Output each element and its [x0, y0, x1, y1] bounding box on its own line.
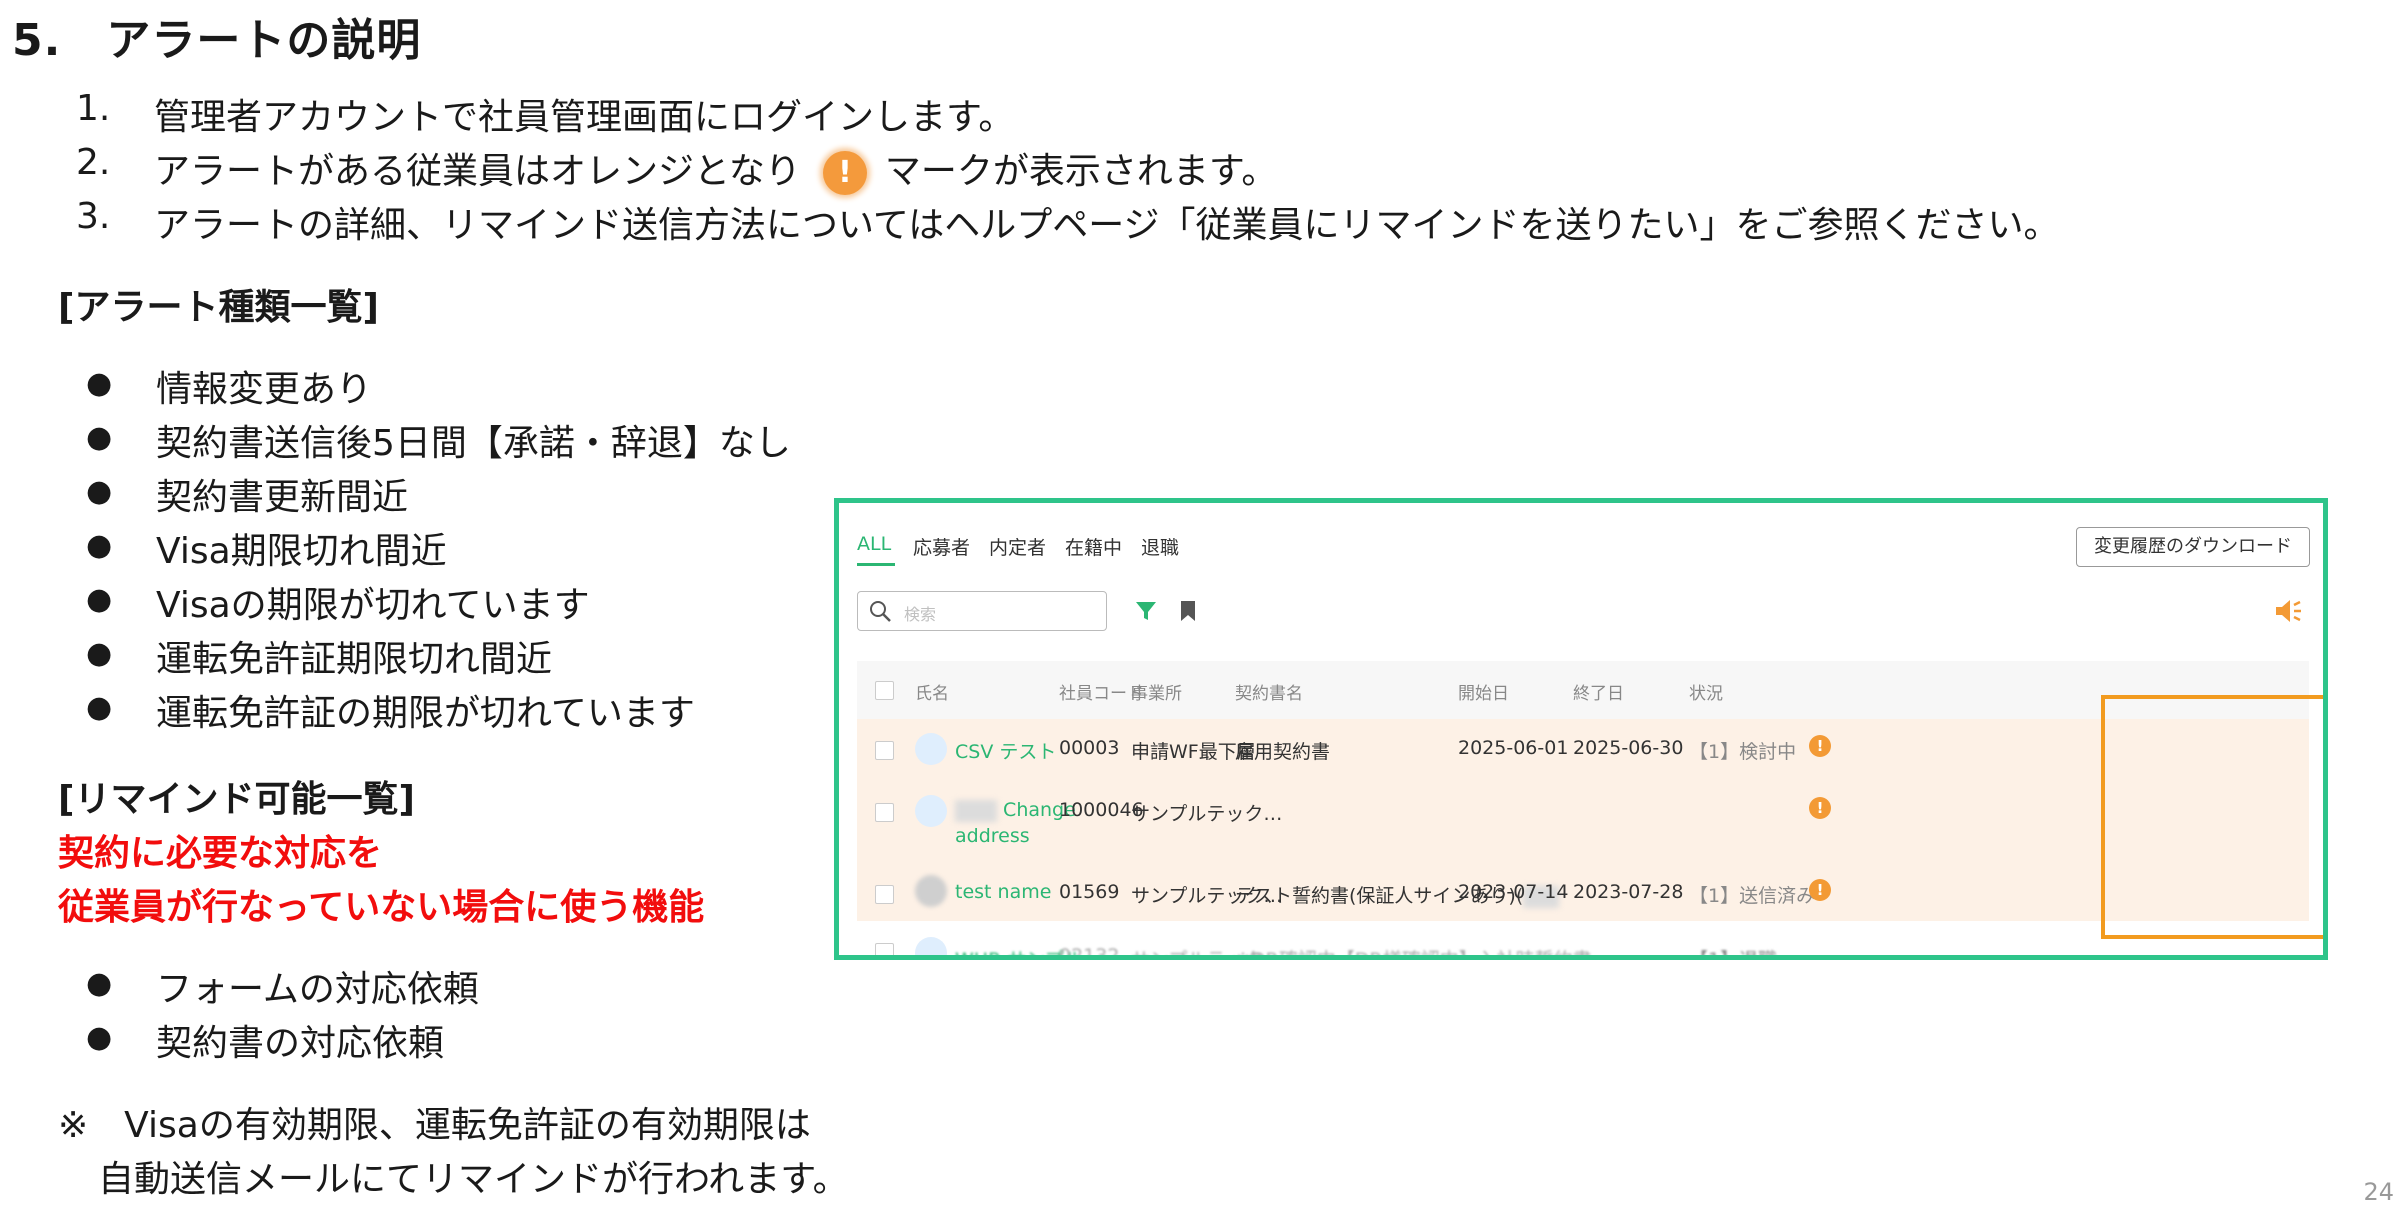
row-checkbox[interactable] — [875, 803, 894, 822]
alert-icon[interactable]: ! — [1809, 879, 1831, 901]
bullet-icon: ● — [86, 582, 113, 617]
table-row[interactable]: test name 01569 サンプルテック… テスト誓約書(保証人サインあり… — [857, 863, 2309, 921]
employee-name-link-line-2[interactable]: address — [955, 825, 1030, 847]
tab-applicants[interactable]: 応募者 — [913, 533, 970, 560]
employee-list-screenshot: ALL 応募者 内定者 在籍中 退職 変更履歴のダウンロード 検索 氏名 社員コ… — [834, 498, 2328, 960]
contract-name: ※DR確認中【DR様確認中】入社時誓約書 — [1235, 949, 1592, 960]
alert-icon[interactable]: ! — [1809, 797, 1831, 819]
page-title: 5. アラートの説明 — [12, 15, 422, 66]
bullet-icon: ● — [86, 1020, 113, 1055]
search-input[interactable]: 検索 — [857, 591, 1107, 631]
alert-type-item: ● 契約書送信後5日間【承諾・辞退】なし — [86, 420, 791, 464]
step-1: 1. 管理者アカウントで社員管理画面にログインします。 — [76, 88, 1015, 138]
bullet-icon: ● — [86, 420, 113, 455]
start-date: 2025-06-01 — [1458, 737, 1569, 759]
alert-icon[interactable]: ! — [1809, 735, 1831, 757]
alert-types-heading: [アラート種類一覧] — [58, 287, 379, 328]
filter-icon[interactable] — [1134, 599, 1158, 627]
page-number: 24 — [2363, 1178, 2394, 1206]
alert-mark-icon: ! — [822, 151, 867, 195]
status-text: 【1】検討中 — [1689, 741, 1797, 763]
alert-type-item: ● Visa期限切れ間近 — [86, 528, 447, 572]
remind-type-item: ● フォームの対応依頼 — [86, 966, 479, 1010]
table-row[interactable]: CSV テスト 00003 申請WF最下層 雇用契約書 2025-06-01 2… — [857, 719, 2309, 779]
table-row[interactable]: Change address 1000046 サンプルテック… ! — [857, 779, 2309, 863]
tab-all[interactable]: ALL — [857, 533, 891, 555]
row-checkbox[interactable] — [875, 885, 894, 904]
alert-type-item: ● 運転免許証の期限が切れています — [86, 690, 695, 734]
select-all-checkbox[interactable] — [875, 681, 894, 700]
footnote-line-2: 自動送信メールにてリマインドが行われます。 — [98, 1159, 849, 1200]
end-date: 2025-06-30 — [1573, 737, 1684, 759]
remind-types-heading: [リマインド可能一覧] — [58, 779, 415, 820]
table-row[interactable]: WHR サンプル 02132 サンプルテック… ※DR確認中【DR様確認中】入社… — [857, 923, 2309, 960]
remind-note-line-2: 従業員が行なっていない場合に使う機能 — [58, 887, 705, 928]
remind-note-line-1: 契約に必要な対応を — [58, 833, 383, 874]
column-header: 契約書名 — [1235, 684, 1303, 704]
table-header: 氏名 社員コード 事業所 契約書名 開始日 終了日 状況 — [857, 661, 2309, 719]
speaker-icon[interactable] — [2273, 597, 2303, 629]
office: サンプルテック… — [1131, 803, 1283, 825]
alert-type-item: ● 契約書更新間近 — [86, 474, 409, 518]
footnote-line-1: ※ Visaの有効期限、運転免許証の有効期限は — [58, 1105, 811, 1146]
end-date: 2023-07-28 — [1573, 881, 1684, 903]
contract-name: 雇用契約書 — [1235, 741, 1331, 763]
start-date: 2023-07-14 — [1458, 881, 1569, 903]
status-highlight-box — [2101, 695, 2323, 939]
alert-type-item: ● 情報変更あり — [86, 366, 373, 410]
bullet-icon: ● — [86, 528, 113, 563]
row-checkbox[interactable] — [875, 741, 894, 760]
employee-code: 02132 — [1059, 945, 1120, 960]
bullet-icon: ● — [86, 474, 113, 509]
search-icon — [868, 599, 892, 627]
column-header: 開始日 — [1458, 684, 1509, 704]
row-checkbox[interactable] — [875, 943, 894, 955]
bullet-icon: ● — [86, 366, 113, 401]
alert-type-item: ● 運転免許証期限切れ間近 — [86, 636, 553, 680]
avatar — [915, 795, 947, 827]
redacted-name — [955, 799, 997, 822]
status-text: 【1】退職 — [1689, 949, 1778, 960]
column-header: 氏名 — [915, 684, 949, 704]
bookmark-icon[interactable] — [1179, 599, 1197, 627]
avatar — [915, 937, 947, 955]
employee-code: 01569 — [1059, 881, 1120, 903]
tab-retired[interactable]: 退職 — [1141, 533, 1179, 560]
status-text: 【1】送信済み — [1689, 885, 1816, 907]
employee-code: 00003 — [1059, 737, 1120, 759]
employee-name-link[interactable]: test name — [955, 881, 1051, 903]
search-placeholder: 検索 — [904, 605, 937, 624]
remind-type-item: ● 契約書の対応依頼 — [86, 1020, 445, 1064]
alert-type-item: ● Visaの期限が切れています — [86, 582, 590, 626]
column-header: 事業所 — [1131, 684, 1182, 704]
employee-name-link[interactable]: Change — [955, 799, 1076, 822]
bullet-icon: ● — [86, 966, 113, 1001]
bullet-icon: ● — [86, 636, 113, 671]
step-2: 2. アラートがある従業員はオレンジとなり! マークが表示されます。 — [76, 142, 1376, 195]
column-header: 状況 — [1689, 684, 1723, 704]
column-header: 終了日 — [1573, 684, 1624, 704]
download-history-button[interactable]: 変更履歴のダウンロード — [2076, 527, 2310, 567]
step-3: 3. アラートの詳細、リマインド送信方法についてはヘルプページ「従業員にリマイン… — [76, 196, 2060, 246]
avatar — [915, 733, 947, 765]
bullet-icon: ● — [86, 690, 113, 725]
tab-offered[interactable]: 内定者 — [989, 533, 1046, 560]
employee-name-link[interactable]: CSV テスト — [955, 737, 1056, 764]
tab-employed[interactable]: 在籍中 — [1065, 533, 1122, 560]
active-tab-indicator — [857, 563, 895, 566]
avatar — [915, 875, 947, 907]
